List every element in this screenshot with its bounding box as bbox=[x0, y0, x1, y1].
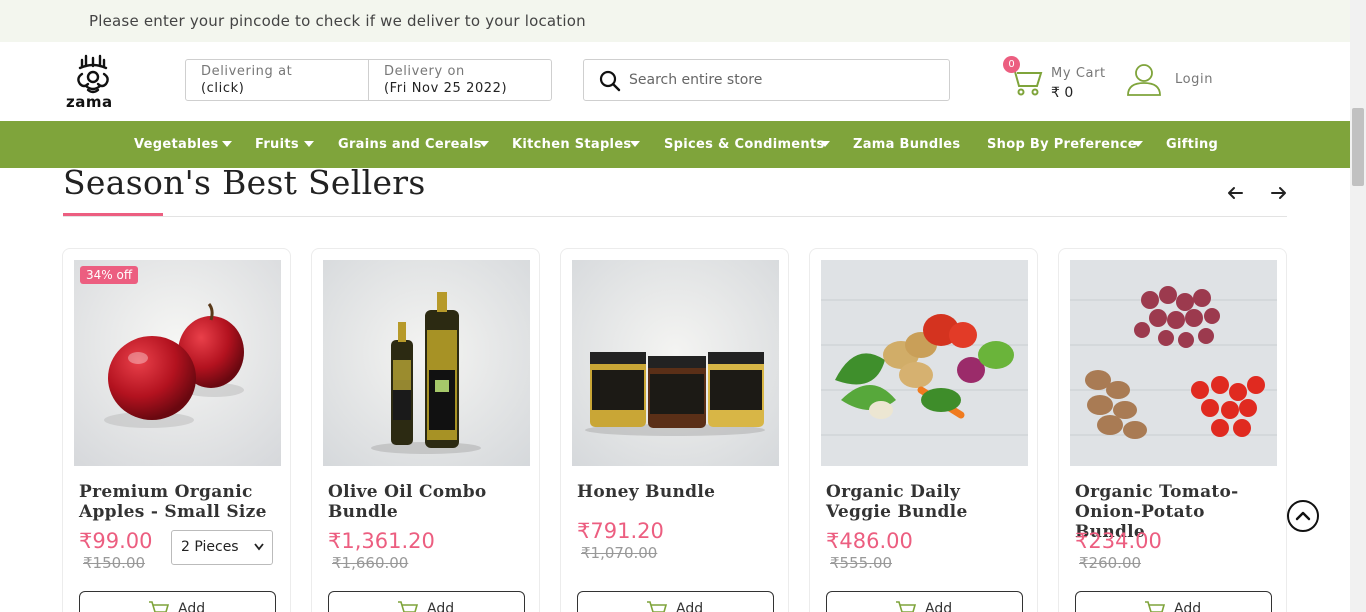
product-price: ₹486.00 bbox=[826, 529, 913, 553]
delivering-at[interactable]: Delivering at (click) bbox=[186, 60, 368, 100]
arrow-left-icon[interactable] bbox=[1226, 184, 1244, 202]
cart-icon bbox=[1145, 601, 1166, 612]
site-header: zama Delivering at (click) Delivery on (… bbox=[0, 42, 1366, 121]
cart-link[interactable]: 0 My Cart ₹ 0 bbox=[1003, 56, 1113, 106]
product-mrp: ₹150.00 bbox=[83, 554, 146, 572]
page-scrollbar[interactable] bbox=[1350, 0, 1366, 612]
nav-item-shop-by-preference[interactable]: Shop By Preference bbox=[987, 137, 1137, 152]
search-icon[interactable] bbox=[599, 70, 621, 92]
product-card[interactable]: Organic Daily Veggie Bundle ₹486.00 ₹555… bbox=[809, 248, 1038, 612]
nav-item-fruits[interactable]: Fruits bbox=[255, 137, 299, 152]
nav-item-grains-and-cereals[interactable]: Grains and Cereals bbox=[338, 137, 482, 152]
product-name[interactable]: Honey Bundle bbox=[577, 482, 777, 502]
nav-item-kitchen-staples[interactable]: Kitchen Staples bbox=[512, 137, 631, 152]
product-image-honey[interactable] bbox=[572, 260, 779, 466]
product-card[interactable]: 34% off Premium Organic Apples - Small S… bbox=[62, 248, 291, 612]
add-to-cart-button[interactable]: Add bbox=[577, 591, 774, 612]
product-name[interactable]: Organic Daily Veggie Bundle bbox=[826, 482, 1026, 522]
delivering-at-label: Delivering at bbox=[201, 64, 293, 79]
nav-item-gifting[interactable]: Gifting bbox=[1166, 137, 1218, 152]
product-image-olive-oil[interactable] bbox=[323, 260, 530, 466]
nav-item-zama-bundles[interactable]: Zama Bundles bbox=[853, 137, 960, 152]
add-button-label: Add bbox=[925, 601, 953, 612]
user-icon[interactable] bbox=[1126, 62, 1162, 96]
product-image-tomato-onion-potato[interactable] bbox=[1070, 260, 1277, 466]
add-to-cart-button[interactable]: Add bbox=[1075, 591, 1272, 612]
chevron-up-icon bbox=[1295, 511, 1311, 521]
add-button-label: Add bbox=[1174, 601, 1202, 612]
login-label[interactable]: Login bbox=[1175, 72, 1213, 87]
variant-select-value: 2 Pieces bbox=[181, 539, 239, 555]
chevron-down-icon[interactable] bbox=[222, 141, 232, 147]
product-name[interactable]: Olive Oil Combo Bundle bbox=[328, 482, 528, 522]
search-bar[interactable] bbox=[583, 59, 950, 101]
scrollbar-thumb[interactable] bbox=[1352, 108, 1364, 186]
delivery-on-label: Delivery on bbox=[384, 64, 465, 79]
add-button-label: Add bbox=[676, 601, 704, 612]
product-name[interactable]: Premium Organic Apples - Small Size bbox=[79, 482, 279, 522]
discount-badge: 34% off bbox=[80, 266, 139, 284]
pincode-message: Please enter your pincode to check if we… bbox=[89, 12, 586, 30]
product-price: ₹99.00 bbox=[79, 529, 153, 553]
delivery-info[interactable]: Delivering at (click) Delivery on (Fri N… bbox=[185, 59, 552, 101]
product-mrp: ₹260.00 bbox=[1079, 554, 1142, 572]
cart-icon bbox=[647, 601, 668, 612]
product-price: ₹791.20 bbox=[577, 519, 664, 543]
delivering-at-value[interactable]: (click) bbox=[201, 80, 368, 97]
chevron-down-icon[interactable] bbox=[1133, 141, 1143, 147]
pincode-banner[interactable]: Please enter your pincode to check if we… bbox=[0, 0, 1366, 42]
cart-icon bbox=[398, 601, 419, 612]
nav-item-vegetables[interactable]: Vegetables bbox=[134, 137, 219, 152]
product-card[interactable]: Olive Oil Combo Bundle ₹1,361.20 ₹1,660.… bbox=[311, 248, 540, 612]
cart-icon bbox=[149, 601, 170, 612]
cart-icon bbox=[896, 601, 917, 612]
product-mrp: ₹555.00 bbox=[830, 554, 893, 572]
cart-total: ₹ 0 bbox=[1051, 85, 1074, 101]
add-to-cart-button[interactable]: Add bbox=[826, 591, 1023, 612]
product-price: ₹1,361.20 bbox=[328, 529, 435, 553]
product-card[interactable]: Organic Tomato-Onion-Potato Bundle ₹234.… bbox=[1058, 248, 1287, 612]
variant-select[interactable]: 2 Pieces bbox=[171, 530, 273, 565]
chevron-down-icon[interactable] bbox=[304, 141, 314, 147]
chevron-down-icon[interactable] bbox=[630, 141, 640, 147]
chevron-down-icon[interactable] bbox=[820, 141, 830, 147]
add-button-label: Add bbox=[178, 601, 206, 612]
add-button-label: Add bbox=[427, 601, 455, 612]
delivery-on[interactable]: Delivery on (Fri Nov 25 2022) bbox=[368, 60, 551, 100]
product-mrp: ₹1,660.00 bbox=[332, 554, 409, 572]
cart-count-badge: 0 bbox=[1003, 56, 1020, 73]
logo-wordmark: zama bbox=[66, 93, 113, 111]
add-to-cart-button[interactable]: Add bbox=[79, 591, 276, 612]
chevron-down-icon[interactable] bbox=[479, 141, 489, 147]
section-divider bbox=[63, 216, 1287, 217]
chevron-down-icon bbox=[254, 543, 264, 551]
main-nav: Vegetables Fruits Grains and Cereals Kit… bbox=[0, 121, 1350, 168]
product-price: ₹234.00 bbox=[1075, 529, 1162, 553]
arrow-right-icon[interactable] bbox=[1270, 184, 1288, 202]
product-card[interactable]: Honey Bundle ₹791.20 ₹1,070.00 Add bbox=[560, 248, 789, 612]
product-image-apples[interactable]: 34% off bbox=[74, 260, 281, 466]
product-mrp: ₹1,070.00 bbox=[581, 544, 658, 562]
section-title: Season's Best Sellers bbox=[63, 163, 426, 202]
nav-item-spices-and-condiments[interactable]: Spices & Condiments bbox=[664, 137, 825, 152]
cart-label[interactable]: My Cart bbox=[1051, 66, 1106, 81]
add-to-cart-button[interactable]: Add bbox=[328, 591, 525, 612]
product-image-veggie-bundle[interactable] bbox=[821, 260, 1028, 466]
scroll-to-top-button[interactable] bbox=[1287, 500, 1319, 532]
section-title-accent bbox=[63, 213, 163, 216]
delivery-on-value: (Fri Nov 25 2022) bbox=[384, 81, 508, 96]
search-input[interactable] bbox=[629, 69, 929, 91]
